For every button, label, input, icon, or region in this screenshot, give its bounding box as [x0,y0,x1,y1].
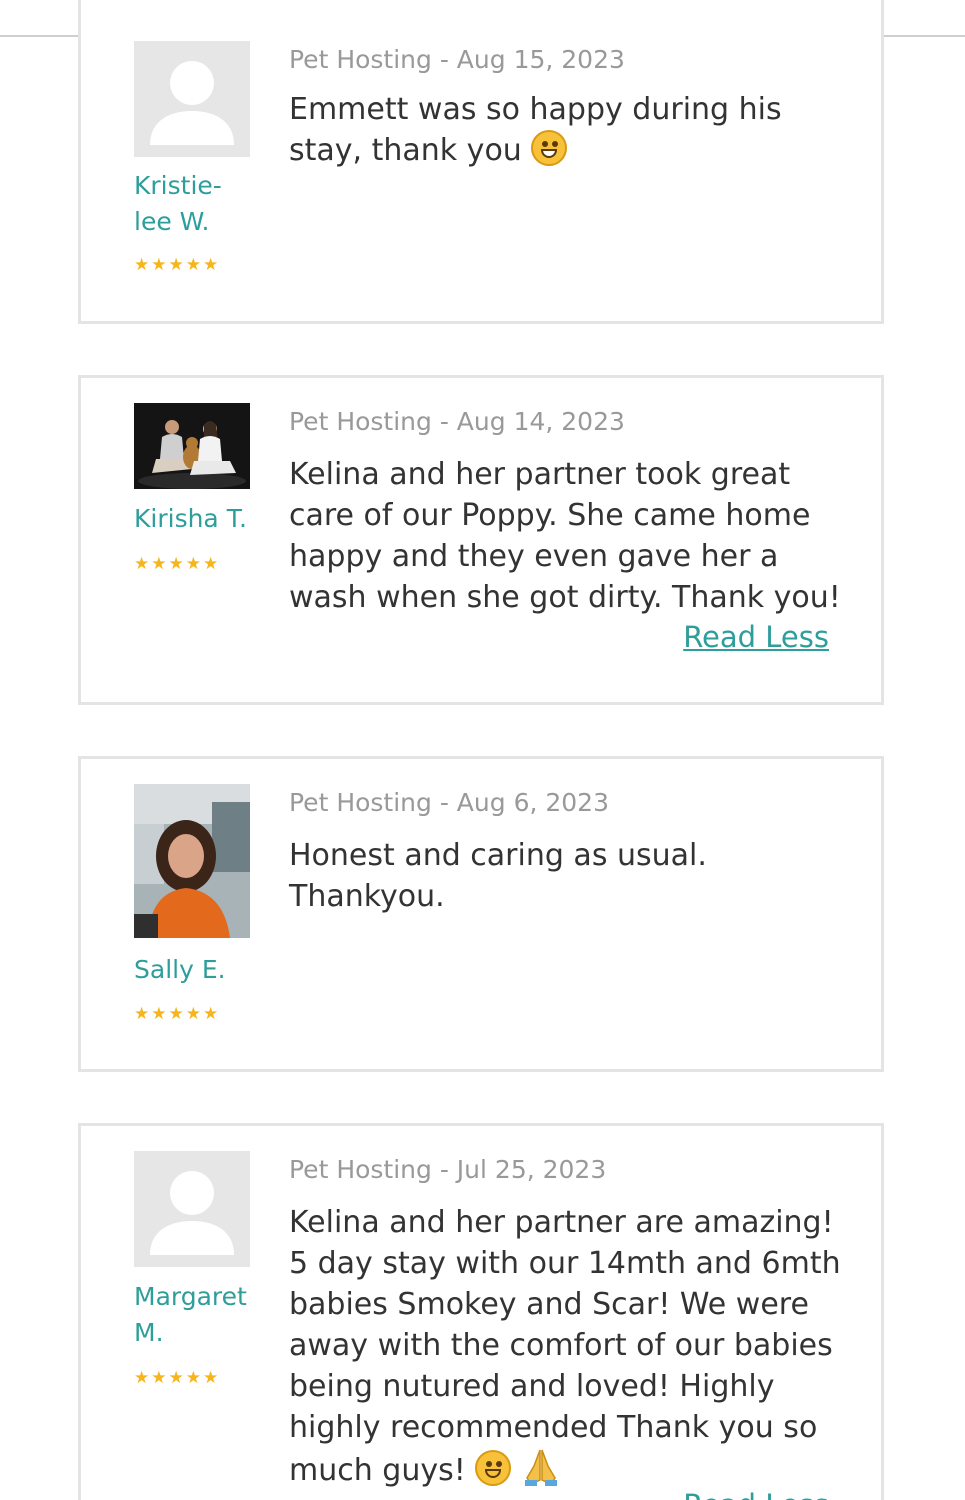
reviewer-photo [134,784,250,938]
reviewer-name[interactable]: Sally E. [134,952,254,988]
read-less-link[interactable]: Read Less [683,620,829,654]
review-card: Kirisha T. ★★★★★ Pet Hosting - Aug 14, 2… [78,375,884,705]
smiling-face-icon [475,1450,512,1486]
review-meta: Pet Hosting - Aug 6, 2023 [289,788,609,817]
reviewer-photo [134,403,250,489]
star-rating: ★★★★★ [134,255,221,275]
read-less-link[interactable]: Read Less [683,1488,829,1500]
review-text: Kelina and her partner took great care o… [289,457,841,615]
review-meta: Pet Hosting - Aug 14, 2023 [289,407,625,436]
reviewer-name[interactable]: Margaret M. [134,1279,254,1351]
review-meta: Pet Hosting - Aug 15, 2023 [289,45,625,74]
star-rating: ★★★★★ [134,1368,221,1388]
reviewer-name[interactable]: Kristie-lee W. [134,168,254,240]
placeholder-avatar-icon [134,41,250,157]
placeholder-avatar-icon [134,1151,250,1267]
reviewer-name[interactable]: Kirisha T. [134,501,254,537]
star-rating: ★★★★★ [134,1004,221,1024]
reviews-page: p Kristie-lee W. ★★★★★ Pet Hosting - Aug… [0,0,965,1500]
folded-hands-icon [524,1449,557,1486]
review-text: Honest and caring as usual. Thankyou. [289,838,707,914]
review-meta: Pet Hosting - Jul 25, 2023 [289,1155,607,1184]
star-rating: ★★★★★ [134,554,221,574]
review-text: Emmett was so happy during his stay, tha… [289,89,849,171]
review-text: Kelina and her partner are amazing! 5 da… [289,1202,849,1491]
grinning-face-icon [531,130,568,166]
review-text-content: Kelina and her partner are amazing! 5 da… [289,1205,841,1488]
review-card: Kristie-lee W. ★★★★★ Pet Hosting - Aug 1… [78,0,884,324]
review-card: Margaret M. ★★★★★ Pet Hosting - Jul 25, … [78,1123,884,1500]
review-card: Sally E. ★★★★★ Pet Hosting - Aug 6, 2023… [78,756,884,1072]
